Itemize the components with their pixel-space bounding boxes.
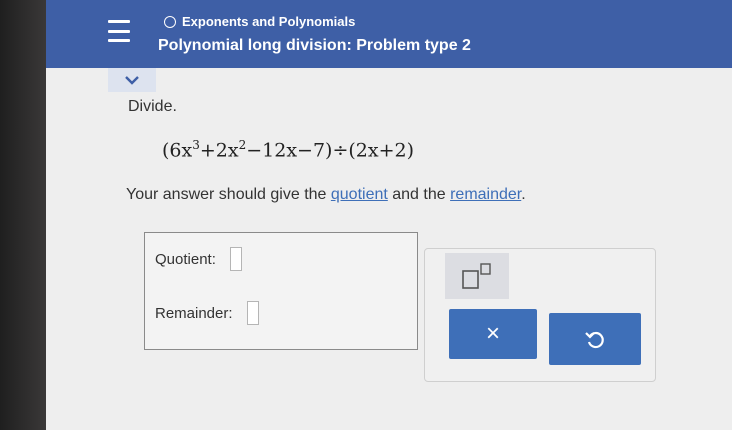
remainder-row: Remainder: [155, 301, 259, 325]
remainder-label: Remainder: [155, 304, 233, 322]
problem-title: Polynomial long division: Problem type 2 [158, 37, 471, 54]
circle-icon [164, 15, 176, 28]
math-tool-panel: × [424, 248, 656, 382]
undo-icon [585, 331, 604, 349]
expr-part-mid2: −12x−7)÷(2x+2) [246, 139, 415, 162]
instruction-after: . [521, 186, 526, 203]
division-expression: (6x3+2x2−12x−7)÷(2x+2) [162, 138, 414, 161]
quotient-input[interactable] [229, 247, 242, 271]
expr-part-mid1: +2x [199, 139, 239, 162]
chevron-down-icon [125, 76, 139, 85]
remainder-input[interactable] [246, 301, 259, 325]
instruction-before: Your answer should give the [126, 186, 331, 203]
header-bar: Exponents and Polynomials Polynomial lon… [46, 0, 732, 68]
expr-exponent-3: 3 [192, 138, 200, 152]
problem-prompt: Divide. [128, 98, 177, 115]
topic-label: Exponents and Polynomials [182, 14, 356, 29]
quotient-row: Quotient: [155, 247, 242, 271]
screen-bezel [0, 0, 46, 430]
clear-button[interactable]: × [449, 309, 537, 359]
instruction-text: Your answer should give the quotient and… [126, 186, 526, 204]
topic-link[interactable]: Exponents and Polynomials [164, 14, 355, 29]
undo-button[interactable] [549, 313, 641, 365]
quotient-link[interactable]: quotient [331, 186, 388, 203]
expr-part-open: (6x [162, 139, 193, 162]
exponent-icon [462, 263, 491, 289]
quotient-label: Quotient: [155, 250, 216, 268]
answer-box: Quotient: Remainder: [144, 232, 418, 350]
collapse-button[interactable] [108, 68, 156, 92]
remainder-link[interactable]: remainder [450, 186, 521, 203]
menu-icon[interactable] [108, 20, 130, 42]
instruction-middle: and the [387, 186, 451, 203]
screen: Exponents and Polynomials Polynomial lon… [46, 0, 732, 430]
exponent-button[interactable] [445, 253, 509, 299]
